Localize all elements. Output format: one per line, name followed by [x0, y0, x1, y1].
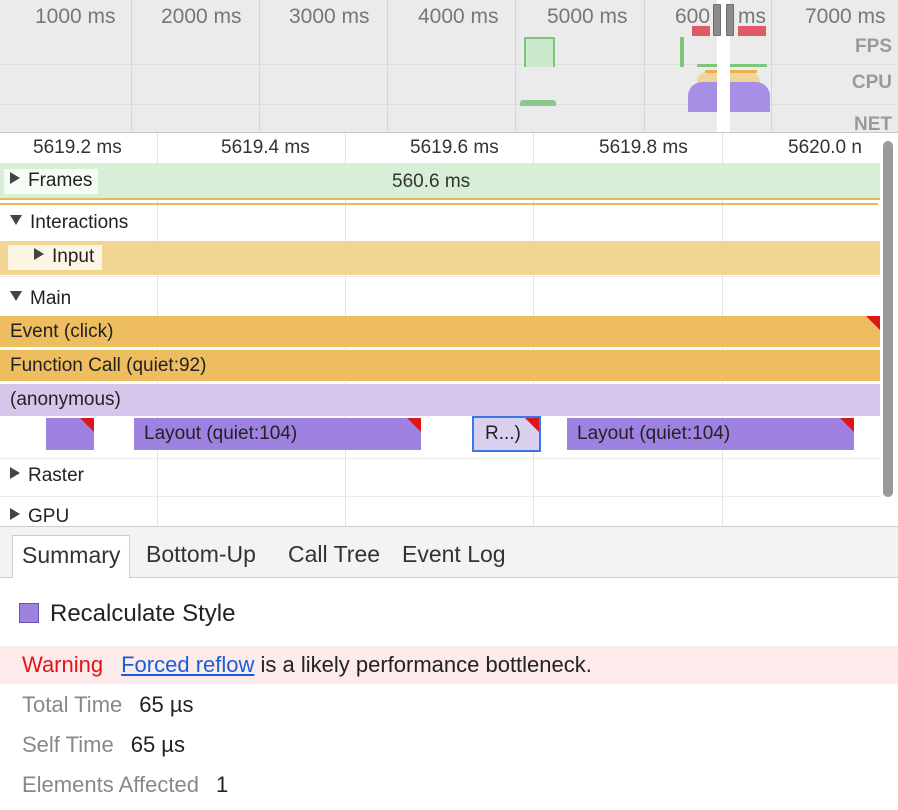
fps-frame-block — [680, 37, 684, 67]
warning-corner-icon — [80, 418, 94, 432]
tab-summary[interactable]: Summary — [12, 535, 131, 578]
gpu-label: GPU — [28, 506, 70, 526]
total-time-row: Total Time 65 µs — [22, 692, 194, 718]
tab-call-tree[interactable]: Call Tree — [279, 535, 389, 578]
track-divider — [0, 203, 878, 205]
forced-reflow-link[interactable]: Forced reflow — [121, 652, 254, 677]
overview-gridline — [644, 0, 645, 132]
fps-frame-block — [524, 37, 555, 67]
fps-track-label: FPS — [855, 36, 892, 57]
expand-arrow-icon — [10, 172, 20, 184]
input-bar[interactable] — [0, 241, 880, 275]
warning-corner-icon — [866, 316, 880, 330]
overview-tick-6000-left: 600 — [675, 5, 711, 28]
recalc-bar-label: R...) — [485, 423, 521, 444]
flame-tick-5619-8: 5619.8 ms — [599, 137, 688, 158]
warning-label: Warning — [22, 652, 104, 677]
function-call-bar[interactable]: Function Call (quiet:92) — [0, 350, 880, 382]
input-label: Input — [52, 246, 95, 267]
frame-duration: 560.6 ms — [392, 171, 471, 192]
flame-tick-5619-6: 5619.6 ms — [410, 137, 499, 158]
warning-corner-icon — [407, 418, 421, 432]
overview-gridline — [131, 0, 132, 132]
flame-tick-5620-0: 5620.0 n — [788, 137, 862, 158]
recalculate-style-bar-selected[interactable]: R...) — [472, 416, 541, 452]
expand-arrow-icon — [10, 508, 20, 520]
cpu-track-label: CPU — [851, 72, 892, 93]
event-click-bar[interactable]: Event (click) — [0, 316, 880, 348]
elements-affected-key: Elements Affected — [22, 772, 199, 797]
overview-tick-2000: 2000 ms — [161, 5, 242, 28]
category-color-swatch — [19, 603, 39, 623]
timeline-overview[interactable]: 1000 ms 2000 ms 3000 ms 4000 ms 5000 ms … — [0, 0, 898, 133]
warning-corner-icon — [525, 418, 539, 432]
track-divider — [0, 496, 880, 497]
details-tab-bar: Summary Bottom-Up Call Tree Event Log — [0, 526, 898, 578]
overview-tick-5000: 5000 ms — [547, 5, 628, 28]
net-track-label: NET — [854, 114, 892, 133]
collapse-arrow-icon — [10, 291, 22, 301]
warning-corner-icon — [840, 418, 854, 432]
layout-bar-1[interactable]: Layout (quiet:104) — [134, 418, 421, 450]
self-time-key: Self Time — [22, 732, 114, 757]
main-label: Main — [30, 288, 72, 309]
layout-bar-2[interactable]: Layout (quiet:104) — [567, 418, 854, 450]
summary-panel: Recalculate Style Warning Forced reflow i… — [0, 578, 898, 810]
flame-tick-5619-2: 5619.2 ms — [33, 137, 122, 158]
main-track-header[interactable]: Main — [4, 287, 77, 312]
event-click-label: Event (click) — [10, 321, 114, 342]
track-divider — [0, 458, 880, 459]
self-time-row: Self Time 65 µs — [22, 732, 185, 758]
raster-track-header[interactable]: Raster — [4, 464, 90, 489]
warning-text: is a likely performance bottleneck. — [254, 652, 592, 677]
anonymous-bar[interactable]: (anonymous) — [0, 384, 880, 416]
collapse-arrow-icon — [10, 215, 22, 225]
layout-bar-2-label: Layout (quiet:104) — [577, 423, 731, 444]
input-track-header[interactable]: Input — [8, 245, 103, 270]
gpu-track-header[interactable]: GPU — [4, 505, 75, 526]
overview-gridline — [771, 0, 772, 132]
function-call-label: Function Call (quiet:92) — [10, 355, 207, 376]
flame-tick-5619-4: 5619.4 ms — [221, 137, 310, 158]
expand-arrow-icon — [10, 467, 20, 479]
overview-tick-3000: 3000 ms — [289, 5, 370, 28]
flame-chart-scrollbar[interactable] — [882, 133, 894, 526]
tab-event-log[interactable]: Event Log — [393, 535, 515, 578]
total-time-value: 65 µs — [139, 692, 194, 717]
interactions-label: Interactions — [30, 212, 129, 233]
cpu-activity-bar — [705, 70, 757, 73]
total-time-key: Total Time — [22, 692, 123, 717]
overview-right-handle[interactable] — [726, 4, 734, 36]
expand-arrow-icon — [34, 248, 44, 260]
elements-affected-value: 1 — [215, 772, 229, 797]
anonymous-label: (anonymous) — [10, 389, 121, 410]
summary-title: Recalculate Style — [50, 600, 236, 627]
overview-tick-4000: 4000 ms — [418, 5, 499, 28]
fps-frame-block — [697, 64, 767, 67]
interactions-track-header[interactable]: Interactions — [4, 211, 134, 236]
overview-gridline — [387, 0, 388, 132]
frames-track-header[interactable]: Frames — [4, 169, 99, 194]
cpu-activity-small — [520, 100, 556, 106]
warning-row: Warning Forced reflow is a likely perform… — [0, 646, 898, 684]
frames-label: Frames — [28, 170, 93, 191]
self-time-value: 65 µs — [130, 732, 185, 757]
tab-bottom-up[interactable]: Bottom-Up — [137, 535, 265, 578]
small-layout-bar[interactable] — [46, 418, 94, 450]
scrollbar-thumb[interactable] — [883, 141, 893, 497]
raster-label: Raster — [28, 465, 84, 486]
overview-tick-6000-right: ms — [738, 5, 766, 28]
flame-chart[interactable]: 5619.2 ms 5619.4 ms 5619.6 ms 5619.8 ms … — [0, 133, 898, 526]
elements-affected-row: Elements Affected 1 — [22, 772, 228, 798]
overview-tick-1000: 1000 ms — [35, 5, 116, 28]
overview-left-handle[interactable] — [713, 4, 721, 36]
overview-tick-7000: 7000 ms — [805, 5, 886, 28]
overview-gridline — [515, 0, 516, 132]
overview-gridline — [259, 0, 260, 132]
track-divider — [0, 276, 880, 277]
layout-bar-1-label: Layout (quiet:104) — [144, 423, 298, 444]
